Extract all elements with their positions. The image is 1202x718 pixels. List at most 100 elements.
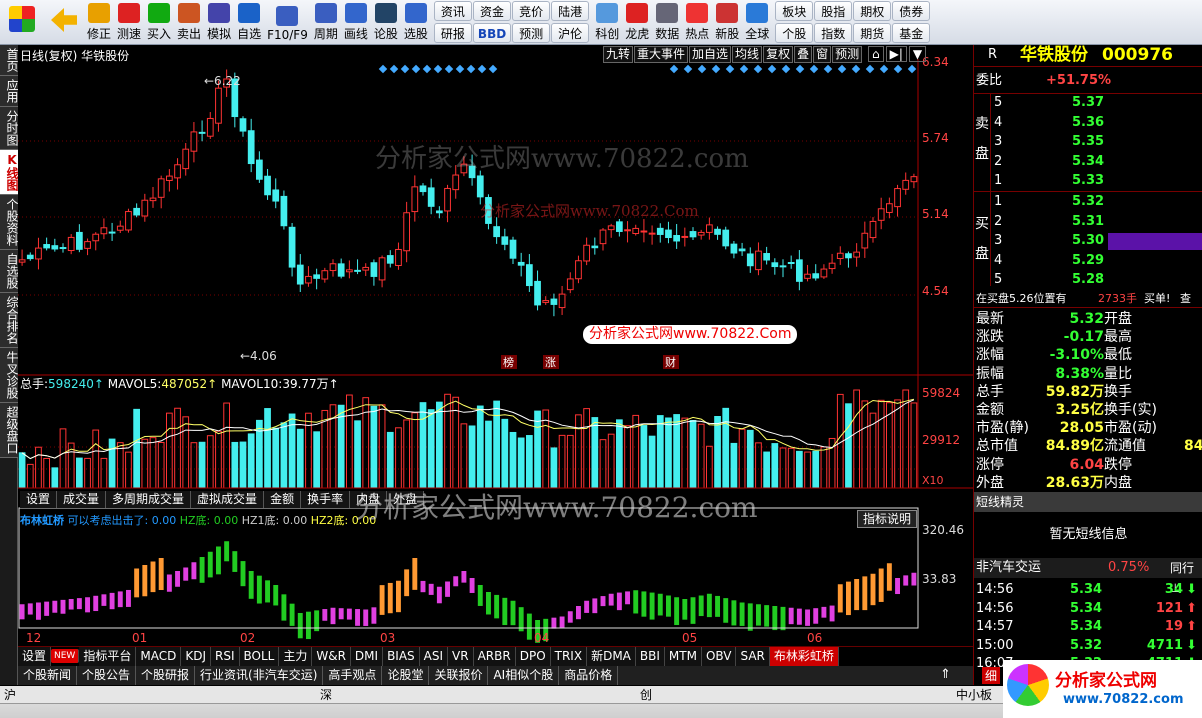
toolbar-button[interactable]: 自选	[234, 0, 264, 45]
toolbar-button[interactable]: 测速	[114, 0, 144, 45]
toolbar-grid-button[interactable]: 板块	[775, 1, 814, 21]
volume-tab[interactable]: 换手率	[301, 491, 351, 508]
sell-row[interactable]: 3 5.35	[992, 132, 1202, 152]
buy-row[interactable]: 1 5.32	[992, 192, 1202, 212]
indicator-tab[interactable]: MACD	[136, 647, 182, 666]
left-tab[interactable]: K线图	[0, 150, 19, 195]
toolbar-button[interactable]: 热点	[682, 0, 712, 45]
indicator-help-button[interactable]: 指标说明	[857, 510, 918, 528]
left-tab[interactable]: 首页	[0, 45, 19, 76]
toolbar-button[interactable]: 选股	[401, 0, 431, 45]
chart-header-button[interactable]: 加自选	[689, 46, 732, 63]
status-sz[interactable]: 深	[320, 686, 332, 704]
status-cy[interactable]: 创	[640, 686, 652, 704]
toolbar-button[interactable]: 新股	[712, 0, 742, 45]
toolbar-button[interactable]: 论股	[371, 0, 401, 45]
indicator-tab[interactable]: 指标平台	[79, 647, 137, 666]
volume-tab[interactable]: 成交量	[57, 491, 107, 508]
logo-icon[interactable]	[0, 0, 44, 45]
toolbar-button[interactable]: 修正	[84, 0, 114, 45]
toolbar-grid-button[interactable]: 沪伦	[551, 23, 590, 43]
chart-header-button[interactable]: 叠	[794, 46, 813, 63]
left-tab[interactable]: 牛叉诊股	[0, 348, 19, 403]
toolbar-grid-button[interactable]: 期货	[853, 23, 892, 43]
next-icon[interactable]: ▶|	[885, 46, 907, 62]
toolbar-grid-button[interactable]: 资金	[472, 1, 512, 21]
toolbar-grid-button[interactable]: 研报	[433, 23, 472, 43]
indicator-tab[interactable]: BOLL	[239, 647, 280, 666]
toolbar-grid-button[interactable]: 股指	[814, 1, 853, 21]
detail-button[interactable]: 细	[982, 667, 1001, 684]
toolbar-grid-button[interactable]: 期权	[853, 1, 892, 21]
toolbar-button[interactable]: 数据	[652, 0, 682, 45]
toolbar-button[interactable]: F10/F9	[264, 0, 311, 45]
toolbar-grid-button[interactable]: 陆港	[551, 1, 590, 21]
indicator-tab[interactable]: DPO	[515, 647, 551, 666]
news-tab[interactable]: 关联报价	[429, 666, 489, 685]
volume-tab[interactable]: 金额	[264, 491, 302, 508]
indicator-tab[interactable]: MTM	[664, 647, 702, 666]
indicator-tab[interactable]: 新DMA	[587, 647, 636, 666]
indicator-tab[interactable]: 布林彩虹桥	[769, 647, 839, 666]
indicator-tab[interactable]: ASI	[419, 647, 449, 666]
news-tab[interactable]: AI相似个股	[488, 666, 560, 685]
volume-tab[interactable]: 多周期成交量	[106, 491, 192, 508]
news-tab[interactable]: 个股新闻	[18, 666, 78, 685]
left-tab[interactable]: 分时图	[0, 107, 19, 150]
buy-row[interactable]: 3 5.30	[992, 231, 1202, 251]
indicator-tab[interactable]: ARBR	[473, 647, 516, 666]
lock-icon[interactable]: ⌂	[868, 46, 884, 62]
buy-row[interactable]: 4 5.29	[992, 251, 1202, 271]
indicator-tab[interactable]: BIAS	[383, 647, 420, 666]
chart-header-button[interactable]: 重大事件	[634, 46, 689, 63]
indicator-tab[interactable]: DMI	[350, 647, 384, 666]
toolbar-button[interactable]: 买入	[144, 0, 174, 45]
chart-header-button[interactable]: 复权	[763, 46, 794, 63]
left-tab[interactable]: 超级盘口	[0, 403, 19, 458]
toolbar-grid-button[interactable]: 预测	[512, 23, 551, 43]
status-sh[interactable]: 沪	[4, 686, 16, 704]
volume-tab[interactable]: 设置	[20, 491, 58, 508]
indicator-tab[interactable]: RSI	[211, 647, 240, 666]
left-tab[interactable]: 应用	[0, 76, 19, 107]
toolbar-grid-button[interactable]: 个股	[775, 23, 814, 43]
dropdown-icon[interactable]: ▼	[908, 46, 927, 62]
indicator-tab[interactable]: TRIX	[550, 647, 588, 666]
indicator-tab[interactable]: BBI	[635, 647, 665, 666]
sell-row[interactable]: 1 5.33	[992, 171, 1202, 191]
collapse-up-icon[interactable]: ⇑	[940, 667, 951, 682]
left-tab[interactable]: 自选股	[0, 250, 19, 293]
toolbar-grid-button[interactable]: BBD	[472, 23, 512, 43]
toolbar-grid-button[interactable]: 竞价	[512, 1, 551, 21]
news-tab[interactable]: 行业资讯(非汽车交运)	[195, 666, 324, 685]
indicator-tab[interactable]: W&R	[312, 647, 351, 666]
indicator-tab[interactable]: 主力	[279, 647, 313, 666]
chart-header-button[interactable]: 均线	[732, 46, 763, 63]
news-tab[interactable]: 商品价格	[559, 666, 619, 685]
left-tab[interactable]: 个股资料	[0, 195, 19, 250]
status-zxb[interactable]: 中小板	[956, 686, 992, 704]
kline-chart[interactable]: 6.345.745.144.54←6.22←4.06 榜涨财 5982429912…	[18, 45, 973, 645]
indicator-tab[interactable]: 设置	[18, 647, 52, 666]
news-tab[interactable]: 论股堂	[382, 666, 430, 685]
toolbar-button[interactable]: 全球	[742, 0, 772, 45]
toolbar-button[interactable]: 画线	[341, 0, 371, 45]
buy-row[interactable]: 5 5.28	[992, 270, 1202, 290]
volume-tab[interactable]: 虚拟成交量	[191, 491, 265, 508]
indicator-tab[interactable]: NEW	[51, 649, 80, 663]
sell-row[interactable]: 4 5.36	[992, 113, 1202, 133]
toolbar-grid-button[interactable]: 基金	[892, 23, 931, 43]
toolbar-grid-button[interactable]: 债券	[892, 1, 931, 21]
chart-header-button[interactable]: 窗	[813, 46, 832, 63]
indicator-tab[interactable]: VR	[448, 647, 474, 666]
left-tab[interactable]: 综合排名	[0, 293, 19, 348]
toolbar-grid-button[interactable]: 指数	[814, 23, 853, 43]
toolbar-button[interactable]: 卖出	[174, 0, 204, 45]
toolbar-button[interactable]: 模拟	[204, 0, 234, 45]
buy-row[interactable]: 2 5.31	[992, 212, 1202, 232]
indicator-tab[interactable]: KDJ	[181, 647, 211, 666]
toolbar-grid-button[interactable]: 资讯	[433, 1, 472, 21]
indicator-tab[interactable]: OBV	[701, 647, 737, 666]
news-tab[interactable]: 个股研报	[136, 666, 196, 685]
back-button[interactable]	[44, 0, 84, 45]
